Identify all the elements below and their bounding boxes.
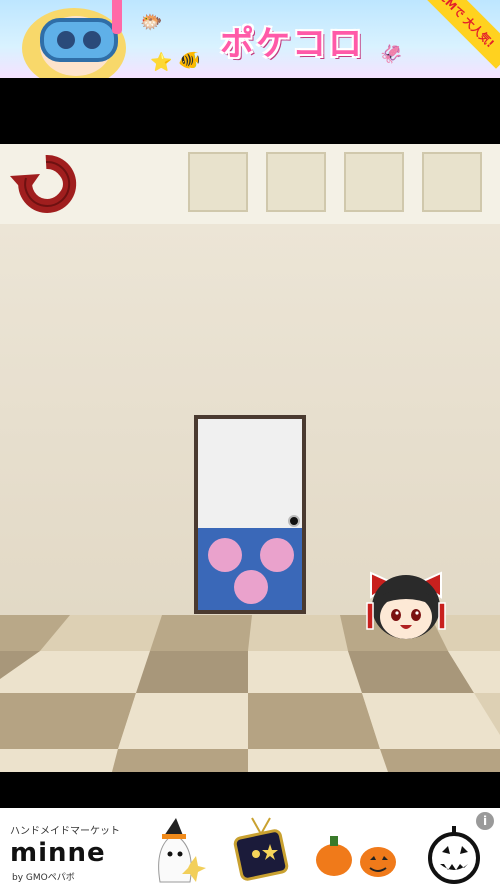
inventory-slot-3[interactable]	[344, 152, 404, 212]
ad-byline: by GMOペパボ	[12, 873, 75, 883]
ghost-charm-icon	[158, 818, 206, 883]
pumpkin-earrings-icon	[316, 836, 396, 877]
bottom-advertisement-banner[interactable]: ハンドメイドマーケット minne by GMOペパボ i	[0, 808, 500, 888]
pink-dot[interactable]	[234, 570, 268, 604]
reset-button[interactable]	[6, 148, 88, 220]
ad-mascot-girl-image	[22, 0, 126, 78]
door-blue-panel[interactable]	[198, 528, 302, 610]
inventory-slot-1[interactable]	[188, 152, 248, 212]
ad-brand-logo: minne	[10, 838, 106, 868]
cat-pendant-icon	[233, 817, 289, 881]
ad-fish-icon: 🐡	[140, 12, 163, 33]
yukkuri-character[interactable]	[363, 567, 448, 647]
door-face	[198, 419, 302, 610]
door-knob[interactable]	[288, 515, 300, 527]
ad-jellyfish-icon: 🦑	[380, 44, 403, 65]
ad-fish-icon: 🐠	[178, 50, 201, 71]
ad-starfish-icon: ⭐	[150, 52, 173, 73]
ad-logo-text: ポケコロ	[220, 24, 364, 64]
inventory-slot-4[interactable]	[422, 152, 482, 212]
pink-dot[interactable]	[260, 538, 294, 572]
ad-corner-ribbon: CMで 大人気!	[418, 0, 500, 69]
jack-o-lantern-charm-icon	[428, 826, 480, 884]
door[interactable]	[194, 415, 306, 614]
game-header-bar	[0, 144, 500, 225]
ad-tagline: ハンドメイドマーケット	[10, 826, 120, 837]
top-advertisement-banner[interactable]: 🐡 🐠 ⭐ 🦑 ポケコロ CMで 大人気!	[0, 0, 500, 78]
ad-info-icon[interactable]: i	[476, 812, 494, 830]
pink-dot[interactable]	[208, 538, 242, 572]
reset-arrow-icon	[10, 154, 77, 213]
inventory-slot-2[interactable]	[266, 152, 326, 212]
